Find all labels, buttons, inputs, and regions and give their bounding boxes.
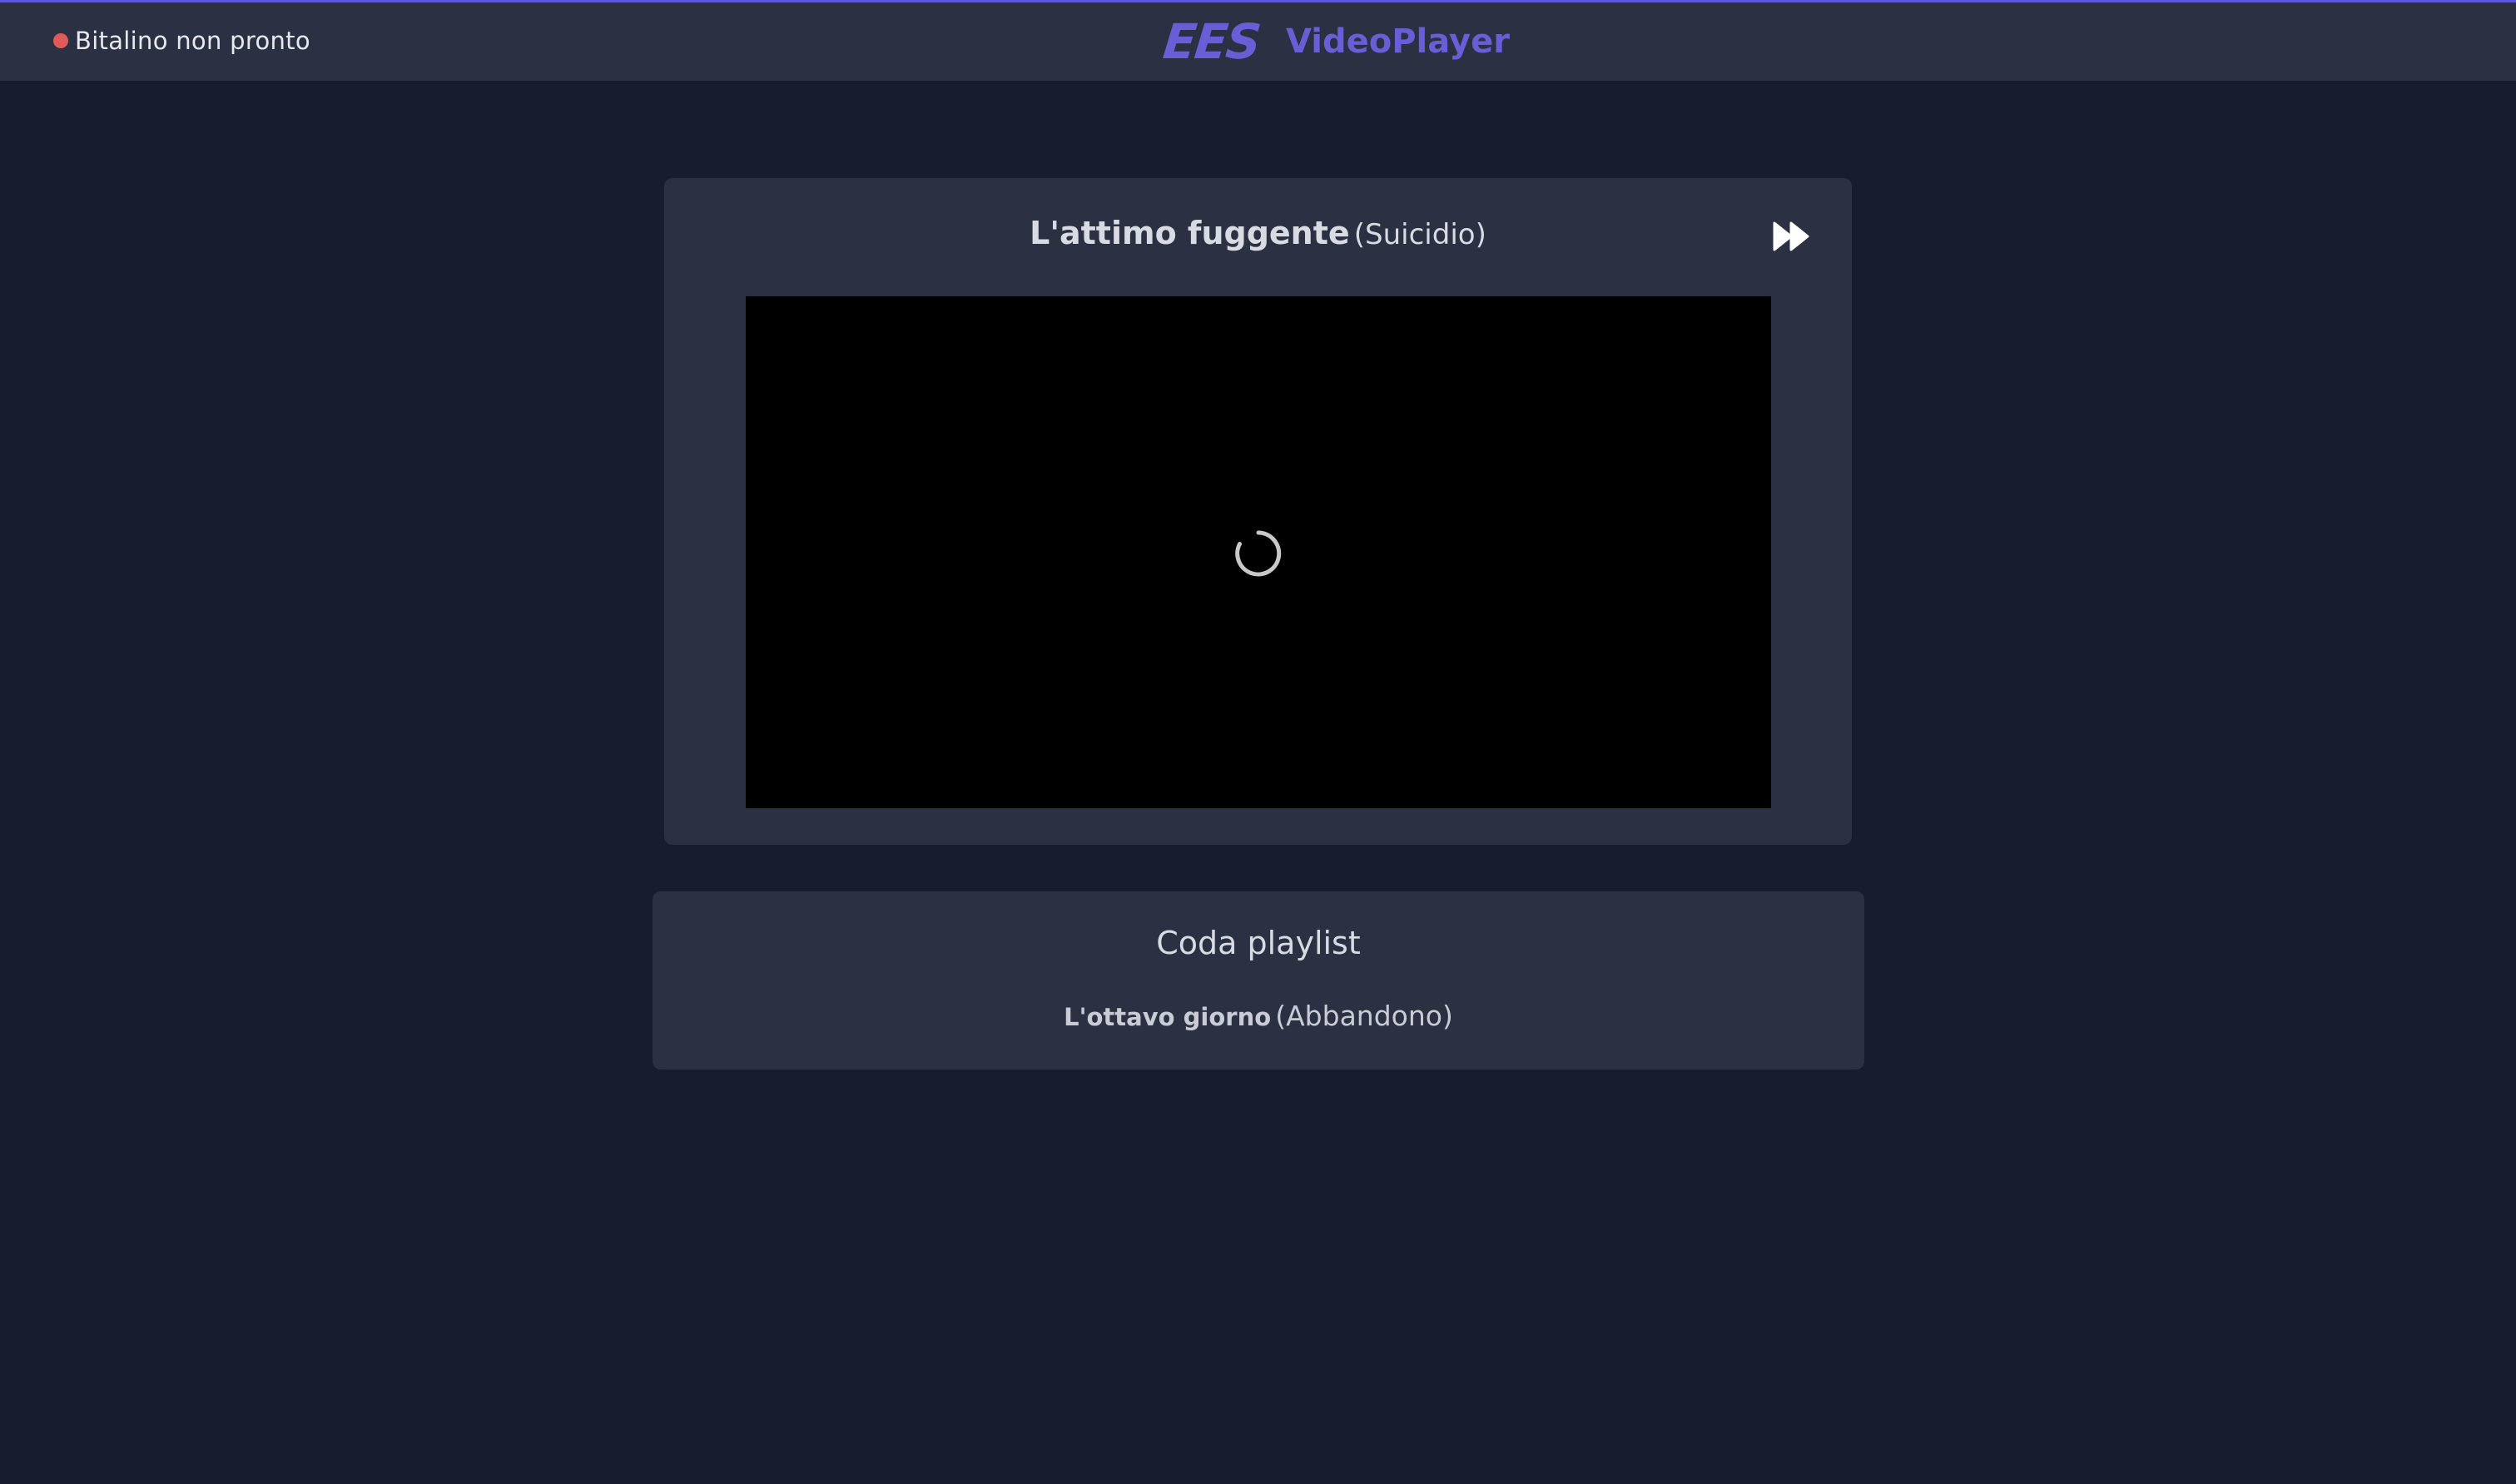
spinner-icon: [1235, 530, 1282, 577]
app-title: VideoPlayer: [1286, 22, 1510, 61]
player-card: L'attimo fuggente (Suicidio): [664, 178, 1852, 845]
playlist-item-title: L'ottavo giorno: [1064, 1003, 1272, 1031]
playlist-heading: Coda playlist: [1156, 925, 1361, 961]
status-text: Bitalino non pronto: [75, 27, 310, 55]
skip-button[interactable]: [1771, 220, 1813, 253]
video-title-text: L'attimo fuggente: [1030, 215, 1350, 251]
connection-status: Bitalino non pronto: [53, 24, 310, 57]
fast-forward-icon: [1773, 221, 1809, 251]
playlist-item[interactable]: L'ottavo giorno (Abbandono): [653, 1000, 1864, 1032]
playlist-queue: Coda playlist L'ottavo giorno (Abbandono…: [653, 891, 1864, 1070]
video-player[interactable]: [746, 296, 1771, 808]
video-title: L'attimo fuggente (Suicidio): [664, 215, 1852, 251]
playlist-item-category: (Abbandono): [1275, 1000, 1453, 1032]
brand-logo: EES: [1160, 13, 1263, 70]
app-brand: EES VideoPlayer: [1160, 13, 1510, 70]
top-bar: Bitalino non pronto EES VideoPlayer: [0, 0, 2516, 81]
video-category: (Suicidio): [1353, 218, 1486, 251]
status-dot-icon: [53, 33, 68, 48]
